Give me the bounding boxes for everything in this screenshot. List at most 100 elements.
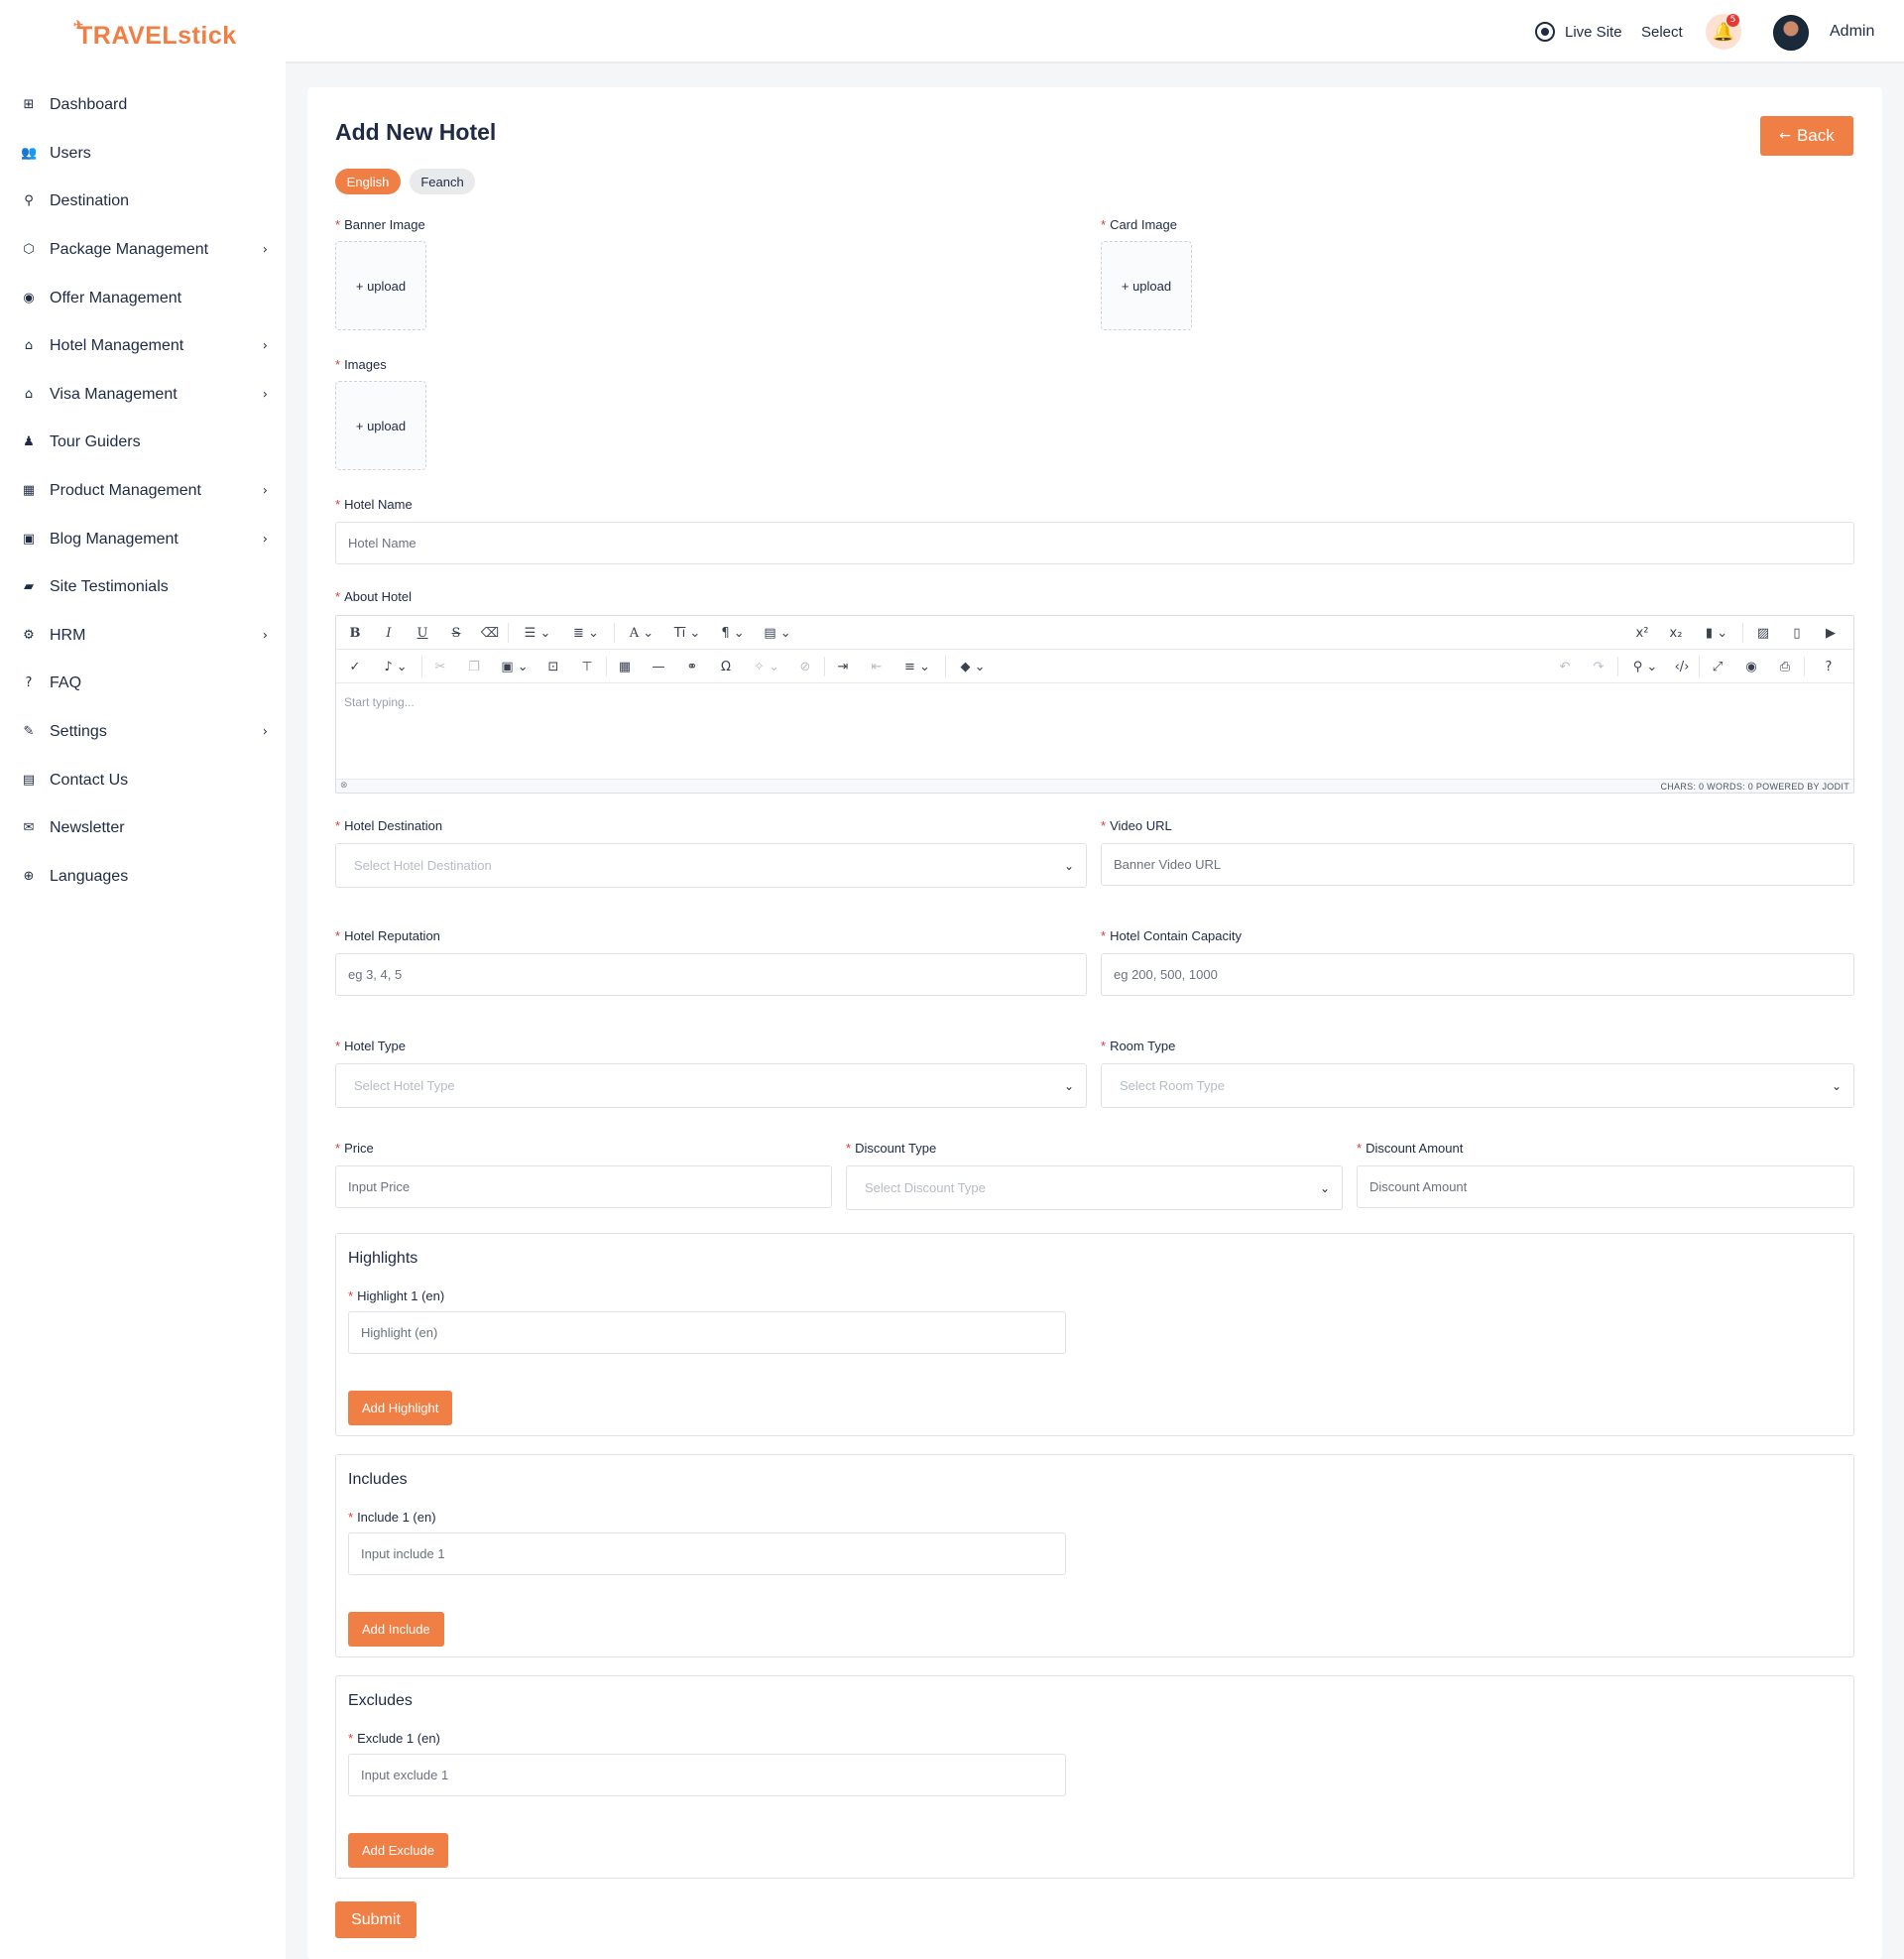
clear-format-icon[interactable]: ⊘ [794, 650, 816, 683]
room-type-select[interactable]: Select Room Type ⌄ [1101, 1063, 1854, 1108]
magic-icon[interactable]: ✧ ⌄ [747, 650, 786, 683]
sidebar-item-settings[interactable]: ✎ Settings › [0, 708, 286, 757]
sidebar-item-languages[interactable]: ⊕ Languages [0, 853, 286, 902]
paragraph-icon[interactable]: ¶ ⌄ [715, 616, 751, 650]
resize-handle-icon[interactable]: ⊗ [340, 781, 348, 791]
sidebar-item-tour-guiders[interactable]: ♟ Tour Guiders [0, 419, 286, 467]
sidebar-item-product-management[interactable]: ▦ Product Management › [0, 467, 286, 516]
add-exclude-button[interactable]: Add Exclude [348, 1833, 448, 1868]
help-icon[interactable]: ? [1818, 650, 1840, 683]
document-icon[interactable]: ▯ [1786, 616, 1808, 650]
chevron-down-icon: ⌄ [1063, 858, 1074, 873]
price-input[interactable]: Input Price [335, 1165, 832, 1208]
exclude-input[interactable]: Input exclude 1 [348, 1754, 1066, 1796]
link-icon[interactable]: ⚭ [681, 650, 703, 683]
excludes-title: Excludes [348, 1692, 413, 1709]
video-url-input[interactable]: Banner Video URL [1101, 843, 1854, 886]
source-code-icon[interactable]: ‹/› [1671, 650, 1693, 683]
sidebar-item-users[interactable]: 👥 Users [0, 130, 286, 179]
sidebar-item-faq[interactable]: ? FAQ [0, 660, 286, 708]
redo-icon[interactable]: ↷ [1588, 650, 1609, 683]
sidebar-item-site-testimonials[interactable]: ▰ Site Testimonials [0, 563, 286, 612]
sidebar-item-destination[interactable]: ⚲ Destination [0, 178, 286, 226]
back-button[interactable]: ← Back [1760, 116, 1853, 156]
include-input[interactable]: Input include 1 [348, 1532, 1066, 1575]
sidebar-item-blog-management[interactable]: ▣ Blog Management › [0, 515, 286, 563]
card-image-upload[interactable]: + upload [1101, 241, 1192, 330]
select-all-icon[interactable]: ⊡ [542, 650, 564, 683]
color-icon[interactable]: ◆ ⌄ [953, 650, 993, 683]
add-include-button[interactable]: Add Include [348, 1612, 444, 1647]
sidebar-item-package-management[interactable]: ⬡ Package Management › [0, 226, 286, 275]
undo-icon[interactable]: ↶ [1554, 650, 1576, 683]
hotel-reputation-input[interactable]: eg 3, 4, 5 [335, 953, 1087, 996]
tab-french[interactable]: Feanch [410, 169, 475, 194]
brand-logo[interactable]: ✈ TRAVELstick [73, 18, 237, 51]
line-height-icon[interactable]: ▤ ⌄ [759, 616, 796, 650]
discount-type-select[interactable]: Select Discount Type ⌄ [846, 1165, 1343, 1210]
sidebar-item-hrm[interactable]: ⚙ HRM › [0, 612, 286, 661]
outdent-icon[interactable]: ⇤ [866, 650, 888, 683]
align-icon[interactable]: ≡ ⌄ [897, 650, 937, 683]
sidebar-item-label: Newsletter [50, 819, 125, 837]
fullscreen-icon[interactable]: ⤢ [1707, 650, 1728, 683]
font-icon[interactable]: A ⌄ [624, 616, 659, 650]
sidebar-item-offer-management[interactable]: ◉ Offer Management [0, 274, 286, 322]
print-icon[interactable]: ⎙ [1774, 650, 1796, 683]
special-character-icon[interactable]: Ω [715, 650, 737, 683]
horizontal-rule-icon[interactable]: — [648, 650, 669, 683]
language-select[interactable]: Select [1641, 0, 1683, 63]
microphone-icon[interactable]: ♪ ⌄ [376, 650, 416, 683]
bold-icon[interactable]: B [344, 616, 366, 650]
spellcheck-icon[interactable]: ✓ [344, 650, 366, 683]
eraser-icon[interactable]: ⌫ [479, 616, 501, 650]
hotel-destination-select[interactable]: Select Hotel Destination ⌄ [335, 843, 1087, 888]
sidebar-item-contact-us[interactable]: ▤ Contact Us [0, 756, 286, 804]
underline-icon[interactable]: U [412, 616, 433, 650]
live-site-link[interactable]: Live Site [1535, 0, 1622, 63]
search-icon[interactable]: ⚲ ⌄ [1625, 650, 1665, 683]
images-upload[interactable]: + upload [335, 381, 426, 470]
font-size-icon[interactable]: Tī ⌄ [667, 616, 707, 650]
discount-amount-input[interactable]: Discount Amount [1357, 1165, 1854, 1208]
sidebar-item-label: HRM [50, 626, 86, 644]
hotel-name-input[interactable]: Hotel Name [335, 522, 1854, 564]
sidebar-item-hotel-management[interactable]: ⌂ Hotel Management › [0, 322, 286, 371]
indent-icon[interactable]: ⇥ [832, 650, 854, 683]
file-icon[interactable]: ▮ ⌄ [1699, 616, 1734, 650]
comment-icon: ▰ [24, 579, 34, 595]
notification-button[interactable]: 🔔 5 [1706, 14, 1741, 50]
image-icon[interactable]: ▨ [1752, 616, 1774, 650]
highlight-input[interactable]: Highlight (en) [348, 1311, 1066, 1354]
sidebar-item-label: Blog Management [50, 530, 178, 548]
chevron-right-icon: › [262, 483, 268, 499]
bullet-list-icon[interactable]: ☰ ⌄ [518, 616, 557, 650]
live-site-label: Live Site [1565, 23, 1622, 41]
superscript-icon[interactable]: x² [1631, 616, 1653, 650]
editor-content-area[interactable]: Start typing... [344, 695, 415, 709]
copy-icon[interactable]: ❐ [463, 650, 485, 683]
hotel-type-select[interactable]: Select Hotel Type ⌄ [335, 1063, 1087, 1108]
video-icon[interactable]: ▶ [1820, 616, 1842, 650]
tab-english[interactable]: English [335, 169, 401, 194]
sidebar-item-dashboard[interactable]: ⊞ Dashboard [0, 81, 286, 130]
add-highlight-button[interactable]: Add Highlight [348, 1391, 453, 1425]
avatar[interactable] [1773, 15, 1809, 51]
paint-format-icon[interactable]: ⊤ [576, 650, 598, 683]
subscript-icon[interactable]: x₂ [1665, 616, 1687, 650]
submit-button[interactable]: Submit [335, 1901, 416, 1938]
numbered-list-icon[interactable]: ≣ ⌄ [566, 616, 606, 650]
includes-title: Includes [348, 1471, 408, 1488]
cut-icon[interactable]: ✂ [429, 650, 451, 683]
sidebar-item-visa-management[interactable]: ⌂ Visa Management › [0, 371, 286, 420]
table-icon[interactable]: ▦ [614, 650, 636, 683]
preview-icon[interactable]: ◉ [1740, 650, 1762, 683]
hotel-capacity-input[interactable]: eg 200, 500, 1000 [1101, 953, 1854, 996]
banner-image-upload[interactable]: + upload [335, 241, 426, 330]
strikethrough-icon[interactable]: S [445, 616, 467, 650]
user-menu[interactable]: Admin [1830, 0, 1874, 63]
sidebar-item-newsletter[interactable]: ✉ Newsletter [0, 804, 286, 853]
about-hotel-editor[interactable]: B I U S ⌫ ☰ ⌄ ≣ ⌄ A ⌄ Tī ⌄ ¶ ⌄ ▤ ⌄ x² x₂… [335, 615, 1854, 794]
italic-icon[interactable]: I [378, 616, 400, 650]
paste-icon[interactable]: ▣ ⌄ [495, 650, 535, 683]
